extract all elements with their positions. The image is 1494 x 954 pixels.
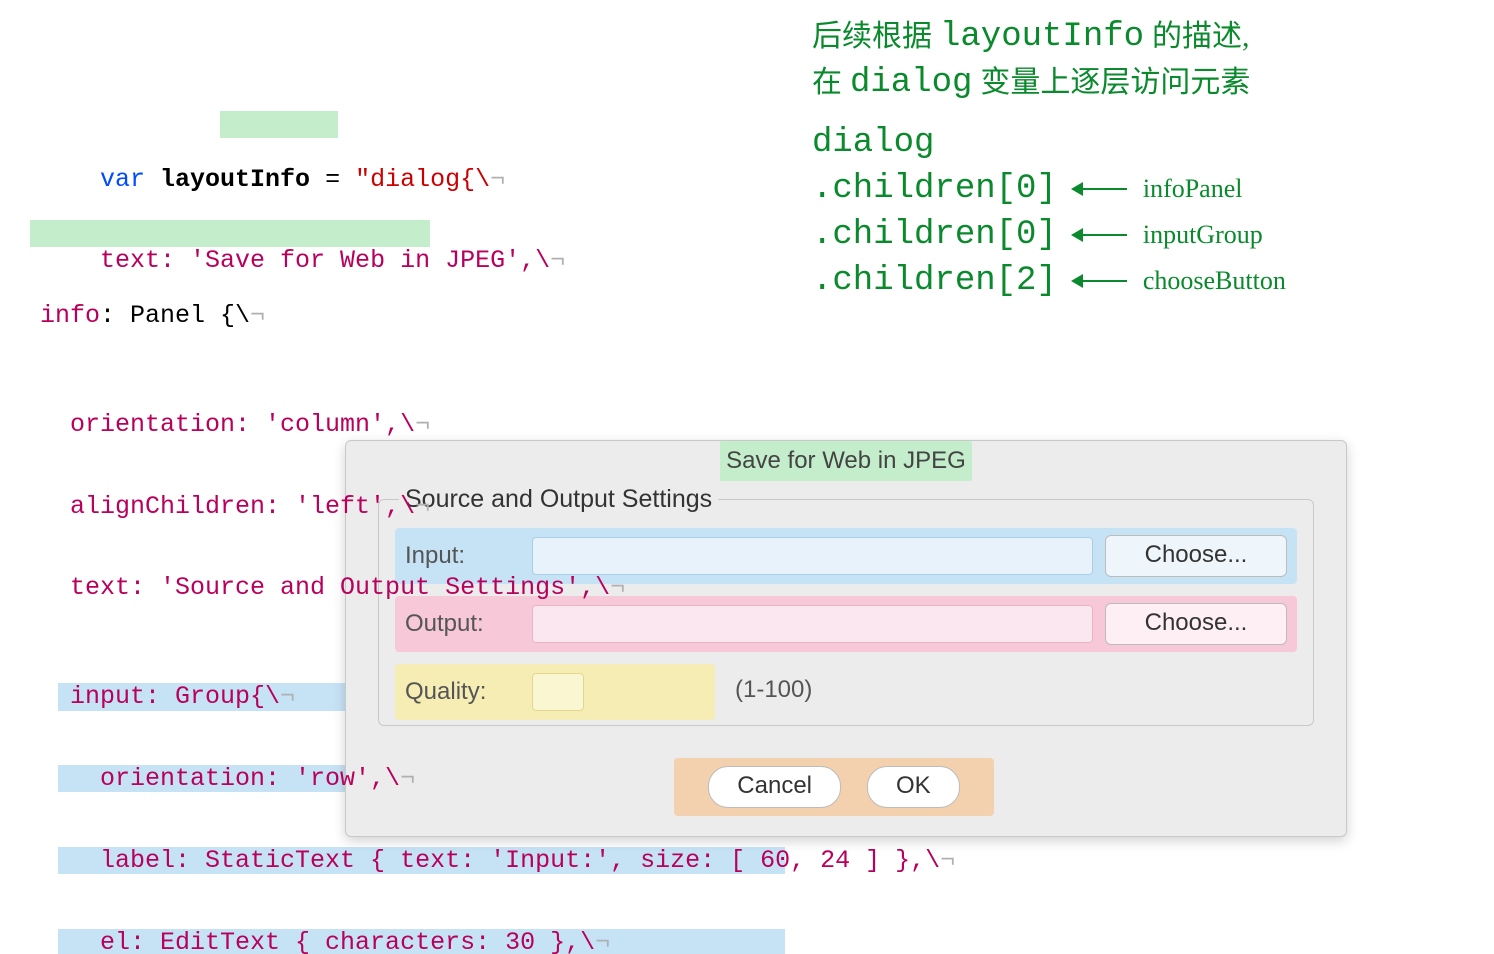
dialog-title: Save for Web in JPEG: [720, 441, 972, 481]
output-choose-button[interactable]: Choose...: [1105, 603, 1287, 645]
annot-chain-children2: .children[2]: [812, 258, 1057, 304]
panel-title: Source and Output Settings: [399, 486, 718, 513]
quality-row: Quality:: [395, 664, 715, 720]
annot-label-choosebutton: chooseButton: [1143, 258, 1286, 304]
quality-hint: (1-100): [735, 676, 812, 703]
quality-label: Quality:: [405, 678, 520, 705]
output-row: Output: Choose...: [395, 596, 1297, 652]
settings-panel: Source and Output Settings Input: Choose…: [378, 499, 1314, 726]
annot-label-infopanel: infoPanel: [1143, 166, 1243, 212]
arrow-icon: [1073, 280, 1127, 282]
arrow-icon: [1073, 234, 1127, 236]
quality-field[interactable]: [532, 673, 584, 711]
dialog-window: Save for Web in JPEG Source and Output S…: [345, 440, 1347, 837]
input-field[interactable]: [532, 537, 1093, 575]
annot-chain-children0b: .children[0]: [812, 212, 1057, 258]
keyword-var: var: [100, 165, 160, 194]
annot-chain-children0a: .children[0]: [812, 166, 1057, 212]
dialog-titlebar: Save for Web in JPEG: [346, 441, 1346, 481]
handwritten-annotation: 后续根据 layoutInfo 的描述, 在 dialog 变量上逐层访问元素 …: [812, 14, 1482, 304]
output-field[interactable]: [532, 605, 1093, 643]
identifier: layoutInfo: [160, 165, 310, 194]
arrow-icon: [1073, 188, 1127, 190]
output-label: Output:: [405, 610, 520, 637]
ok-button[interactable]: OK: [867, 766, 960, 808]
dialog-button-row: Cancel OK: [674, 758, 994, 816]
annot-chain-dialog: dialog: [812, 120, 934, 166]
cancel-button[interactable]: Cancel: [708, 766, 841, 808]
annot-label-inputgroup: inputGroup: [1143, 212, 1263, 258]
input-label: Input:: [405, 542, 520, 569]
input-choose-button[interactable]: Choose...: [1105, 535, 1287, 577]
